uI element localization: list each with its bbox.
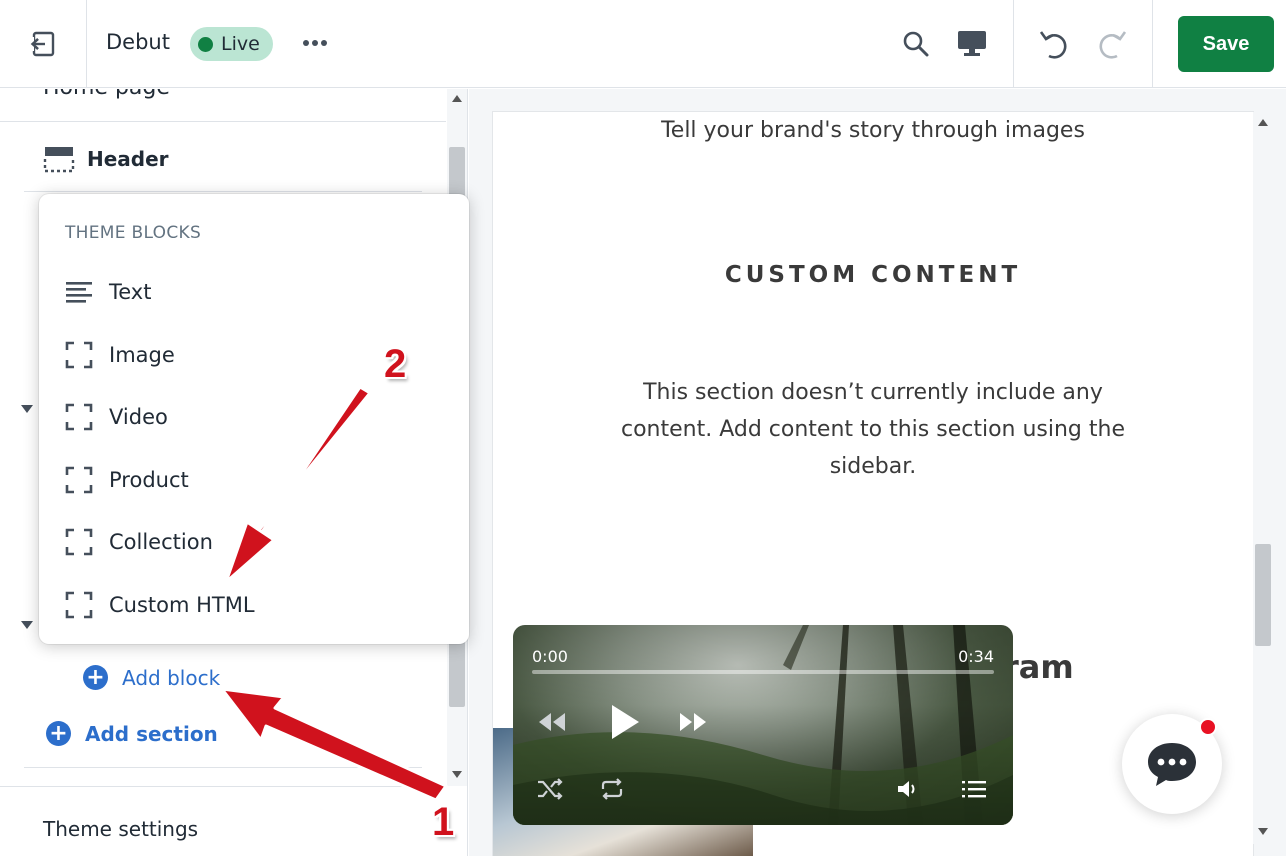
progress-bar[interactable] xyxy=(532,670,994,674)
current-time: 0:00 xyxy=(532,647,568,666)
custom-content-body: This section doesn’t currently include a… xyxy=(621,380,1125,479)
block-option-collection[interactable]: Collection xyxy=(65,522,213,562)
toolbar-divider xyxy=(1013,0,1014,88)
more-dots-icon xyxy=(303,40,327,46)
scroll-down-arrow-icon[interactable] xyxy=(452,771,462,778)
exit-icon xyxy=(30,31,55,57)
preview-scrollbar[interactable] xyxy=(1253,112,1273,844)
block-option-text[interactable]: Text xyxy=(65,272,151,312)
page-heading: Home page xyxy=(43,89,170,100)
block-option-video[interactable]: Video xyxy=(65,397,168,437)
playlist-icon xyxy=(962,781,986,798)
redo-button[interactable] xyxy=(1092,24,1132,64)
custom-content-heading: CUSTOM CONTENT xyxy=(724,262,1022,288)
undo-icon xyxy=(1039,31,1067,59)
block-option-custom-html[interactable]: Custom HTML xyxy=(65,585,255,625)
block-option-label: Text xyxy=(109,280,152,304)
add-block-label: Add block xyxy=(122,665,221,690)
block-option-image[interactable]: Image xyxy=(65,335,175,375)
preview-scroll-thumb[interactable] xyxy=(1255,544,1271,646)
redo-icon xyxy=(1099,31,1127,59)
scroll-down-arrow-icon[interactable] xyxy=(1258,828,1268,835)
block-option-label: Custom HTML xyxy=(109,593,255,617)
theme-blocks-popover: THEME BLOCKS Text Image Video Product Co… xyxy=(39,194,469,644)
fast-forward-button[interactable] xyxy=(676,707,710,737)
dashed-bracket-icon xyxy=(65,528,93,556)
exit-button[interactable] xyxy=(0,0,87,88)
plus-circle-icon: + xyxy=(83,665,108,690)
add-block-button[interactable]: + Add block xyxy=(83,665,220,690)
preview-intro-text: Tell your brand's story through images xyxy=(661,118,1085,143)
partial-section-heading: ram xyxy=(1003,648,1074,686)
text-lines-icon xyxy=(66,282,92,303)
add-section-label: Add section xyxy=(85,721,218,746)
save-button[interactable]: Save xyxy=(1178,16,1274,72)
desktop-monitor-icon xyxy=(958,31,986,56)
theme-settings-button[interactable]: Theme settings xyxy=(0,786,446,856)
volume-icon xyxy=(898,781,915,797)
search-button[interactable] xyxy=(896,24,936,64)
dashed-bracket-icon xyxy=(65,591,93,619)
desktop-preview-button[interactable] xyxy=(952,24,992,64)
collapse-caret-icon[interactable] xyxy=(21,405,33,413)
block-option-label: Collection xyxy=(109,530,213,554)
playlist-button[interactable] xyxy=(959,775,989,803)
sidebar-item-label: Header xyxy=(87,147,169,171)
live-dot-icon xyxy=(198,36,213,52)
block-option-product[interactable]: Product xyxy=(65,460,189,500)
block-option-label: Product xyxy=(109,468,189,492)
dashed-bracket-icon xyxy=(65,466,93,494)
undo-button[interactable] xyxy=(1034,24,1074,64)
toolbar-divider xyxy=(1152,0,1153,88)
chat-bubble-icon xyxy=(1148,743,1196,786)
player-shade xyxy=(513,625,1013,825)
scroll-up-arrow-icon[interactable] xyxy=(452,95,462,102)
popover-title: THEME BLOCKS xyxy=(65,223,202,243)
search-icon xyxy=(903,31,929,57)
shuffle-icon xyxy=(538,778,563,800)
sidebar-divider xyxy=(0,121,446,122)
rewind-button[interactable] xyxy=(535,707,569,737)
annotation-step-1: 1 xyxy=(432,800,455,844)
rewind-icon xyxy=(539,713,565,731)
sidebar-divider xyxy=(24,767,422,768)
scroll-up-arrow-icon[interactable] xyxy=(1258,119,1268,126)
theme-name: Debut xyxy=(106,30,170,54)
video-player[interactable]: 0:00 0:34 xyxy=(513,625,1013,825)
more-actions-button[interactable] xyxy=(300,26,330,63)
play-icon xyxy=(612,705,639,739)
annotation-step-2: 2 xyxy=(384,342,407,386)
fast-forward-icon xyxy=(680,713,706,731)
notification-dot xyxy=(1199,718,1217,736)
theme-settings-label: Theme settings xyxy=(43,817,199,841)
add-section-button[interactable]: + Add section xyxy=(46,721,218,746)
volume-button[interactable] xyxy=(893,775,923,803)
repeat-button[interactable] xyxy=(597,775,627,803)
sidebar-item-header[interactable]: Header xyxy=(43,145,169,173)
dashed-bracket-icon xyxy=(65,341,93,369)
plus-circle-icon: + xyxy=(46,721,71,746)
repeat-icon xyxy=(601,778,623,800)
dashed-bracket-icon xyxy=(65,403,93,431)
shuffle-button[interactable] xyxy=(535,775,565,803)
sidebar-divider xyxy=(24,191,422,192)
live-label: Live xyxy=(221,33,260,55)
block-option-label: Image xyxy=(109,343,175,367)
block-option-label: Video xyxy=(109,405,168,429)
top-bar: Debut Live Save xyxy=(0,0,1286,88)
duration-time: 0:34 xyxy=(958,647,994,666)
play-button[interactable] xyxy=(605,701,645,743)
header-section-icon xyxy=(43,147,75,173)
collapse-caret-icon[interactable] xyxy=(21,621,33,629)
live-status-badge: Live xyxy=(190,27,273,61)
